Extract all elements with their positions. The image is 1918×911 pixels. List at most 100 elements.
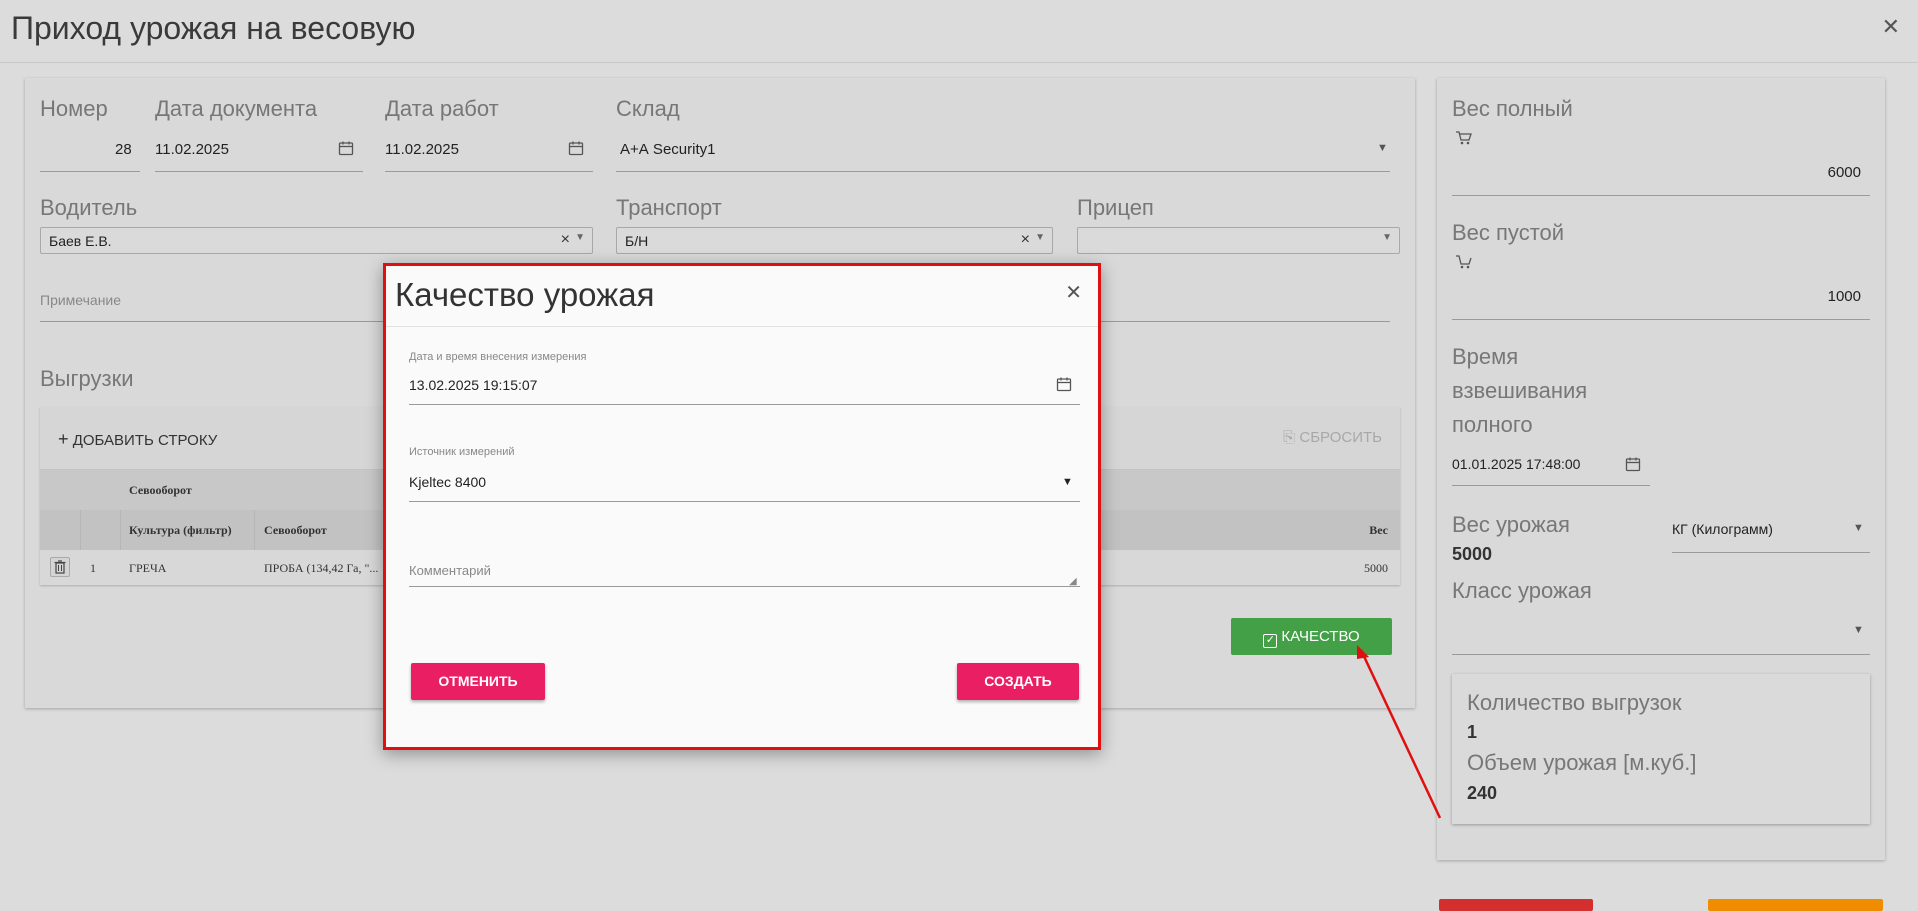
dialog-divider [386,326,1098,327]
doc-date-label: Дата документа [155,96,318,121]
warehouse-label: Склад [616,96,680,121]
chevron-down-icon[interactable]: ▼ [575,232,585,243]
checkbox-icon: ✓ [1263,634,1278,648]
gross-weight-field[interactable]: 6000 [1828,164,1861,181]
calendar-icon[interactable] [568,140,584,160]
transport-value: Б/Н [625,233,649,249]
weights-panel: Вес полный 6000 Вес пустой 1000 Время вз… [1437,78,1885,860]
column-header-weight[interactable]: Вес [1369,523,1388,538]
time-underline [1452,485,1650,486]
transport-label: Транспорт [616,195,722,220]
column-divider [120,510,121,550]
gross-underline [1452,195,1870,196]
clear-icon[interactable]: × [561,231,570,249]
cart-empty-icon [1455,254,1473,274]
chevron-down-icon[interactable]: ▼ [1853,624,1864,636]
comment-field[interactable]: Комментарий [409,563,491,578]
driver-value: Баев Е.В. [49,233,112,249]
doc-date-field[interactable]: 11.02.2025 [155,141,229,158]
row-number: 1 [90,561,96,575]
volume-value: 240 [1467,783,1498,803]
driver-label: Водитель [40,195,138,220]
source-select[interactable]: Kjeltec 8400 [409,474,486,490]
number-label: Номер [40,96,108,121]
unloads-title: Выгрузки [40,366,134,391]
column-header-rotation[interactable]: Севооборот [264,523,327,538]
warehouse-select[interactable]: А+А Security1 [620,141,715,158]
comment-underline [409,586,1080,587]
column-divider [254,510,255,550]
annotation-arrow [1357,645,1442,819]
plus-icon: + [58,429,69,449]
driver-combo[interactable]: Баев Е.В. × ▼ [40,227,593,254]
add-row-button[interactable]: + ДОБАВИТЬ СТРОКУ [58,429,217,450]
page-header: Приход урожая на весовую ✕ [0,0,1918,63]
datetime-field[interactable]: 13.02.2025 19:15:07 [409,377,537,393]
cancel-button[interactable]: ОТМЕНИТЬ [411,663,545,700]
quality-button-label: КАЧЕСТВО [1281,628,1360,645]
source-label: Источник измерений [409,446,515,458]
close-icon[interactable]: ✕ [1065,280,1082,305]
reset-button[interactable]: ⎘ СБРОСИТЬ [1283,429,1382,446]
transport-combo[interactable]: Б/Н × ▼ [616,227,1053,254]
time-label-line1: Время [1452,344,1519,369]
time-label-line2: взвешивания [1452,378,1588,403]
unloads-count-value: 1 [1467,722,1478,742]
trash-icon[interactable] [50,557,70,577]
column-divider [80,510,81,550]
calendar-icon[interactable] [1625,456,1641,476]
calendar-icon[interactable] [1056,376,1072,396]
bottom-red-button[interactable] [1439,899,1593,911]
reset-label: СБРОСИТЬ [1299,429,1382,446]
clear-icon[interactable]: × [1021,231,1030,249]
summary-card: Количество выгрузок 1 Объем урожая [м.ку… [1452,674,1870,824]
unit-underline [1672,552,1870,553]
datetime-underline [409,404,1080,405]
tare-weight-field[interactable]: 1000 [1828,288,1861,305]
calendar-icon[interactable] [338,140,354,160]
number-underline [40,171,140,172]
chevron-down-icon[interactable]: ▼ [1062,476,1073,488]
bottom-orange-button[interactable] [1708,899,1883,911]
page-title: Приход урожая на весовую [11,10,416,46]
reset-icon: ⎘ [1283,429,1296,446]
row-weight: 5000 [1364,561,1388,575]
note-field[interactable]: Примечание [40,292,121,308]
tare-underline [1452,319,1870,320]
page: Приход урожая на весовую ✕ Номер 28 Дата… [0,0,1918,911]
tare-weight-label: Вес пустой [1452,220,1565,245]
unloads-count-label: Количество выгрузок [1467,690,1682,715]
time-label-line3: полного [1452,412,1533,437]
number-field[interactable]: 28 [115,141,132,158]
work-date-field[interactable]: 11.02.2025 [385,141,459,158]
trailer-label: Прицеп [1077,195,1154,220]
chevron-down-icon[interactable]: ▼ [1035,232,1045,243]
datetime-label: Дата и время внесения измерения [409,351,587,363]
row-rotation: ПРОБА (134,42 Га, "... [264,561,379,575]
source-underline [409,501,1080,502]
cart-icon [1455,130,1473,150]
row-culture: ГРЕЧА [129,561,167,575]
trailer-combo[interactable]: ▼ [1077,227,1400,254]
unit-select[interactable]: КГ (Килограмм) [1672,521,1773,537]
yield-weight-value: 5000 [1452,544,1493,564]
chevron-down-icon[interactable]: ▼ [1853,522,1864,534]
add-row-label: ДОБАВИТЬ СТРОКУ [72,432,218,449]
close-icon[interactable]: ✕ [1882,14,1900,40]
volume-label: Объем урожая [м.куб.] [1467,750,1697,775]
column-header-culture[interactable]: Культура (фильтр) [129,523,232,538]
dialog-title: Качество урожая [395,276,655,313]
doc-date-underline [155,171,363,172]
class-underline [1452,654,1870,655]
create-button[interactable]: СОЗДАТЬ [957,663,1079,700]
gross-weight-label: Вес полный [1452,96,1573,121]
chevron-down-icon[interactable]: ▼ [1377,142,1388,154]
group-header-label: Севооборот [129,483,192,497]
chevron-down-icon[interactable]: ▼ [1382,232,1392,243]
weighing-time-field[interactable]: 01.01.2025 17:48:00 [1452,456,1580,472]
quality-dialog: Качество урожая ✕ Дата и время внесения … [383,263,1101,750]
warehouse-underline [616,171,1390,172]
work-date-underline [385,171,593,172]
work-date-label: Дата работ [385,96,499,121]
yield-weight-label: Вес урожая [1452,512,1570,537]
